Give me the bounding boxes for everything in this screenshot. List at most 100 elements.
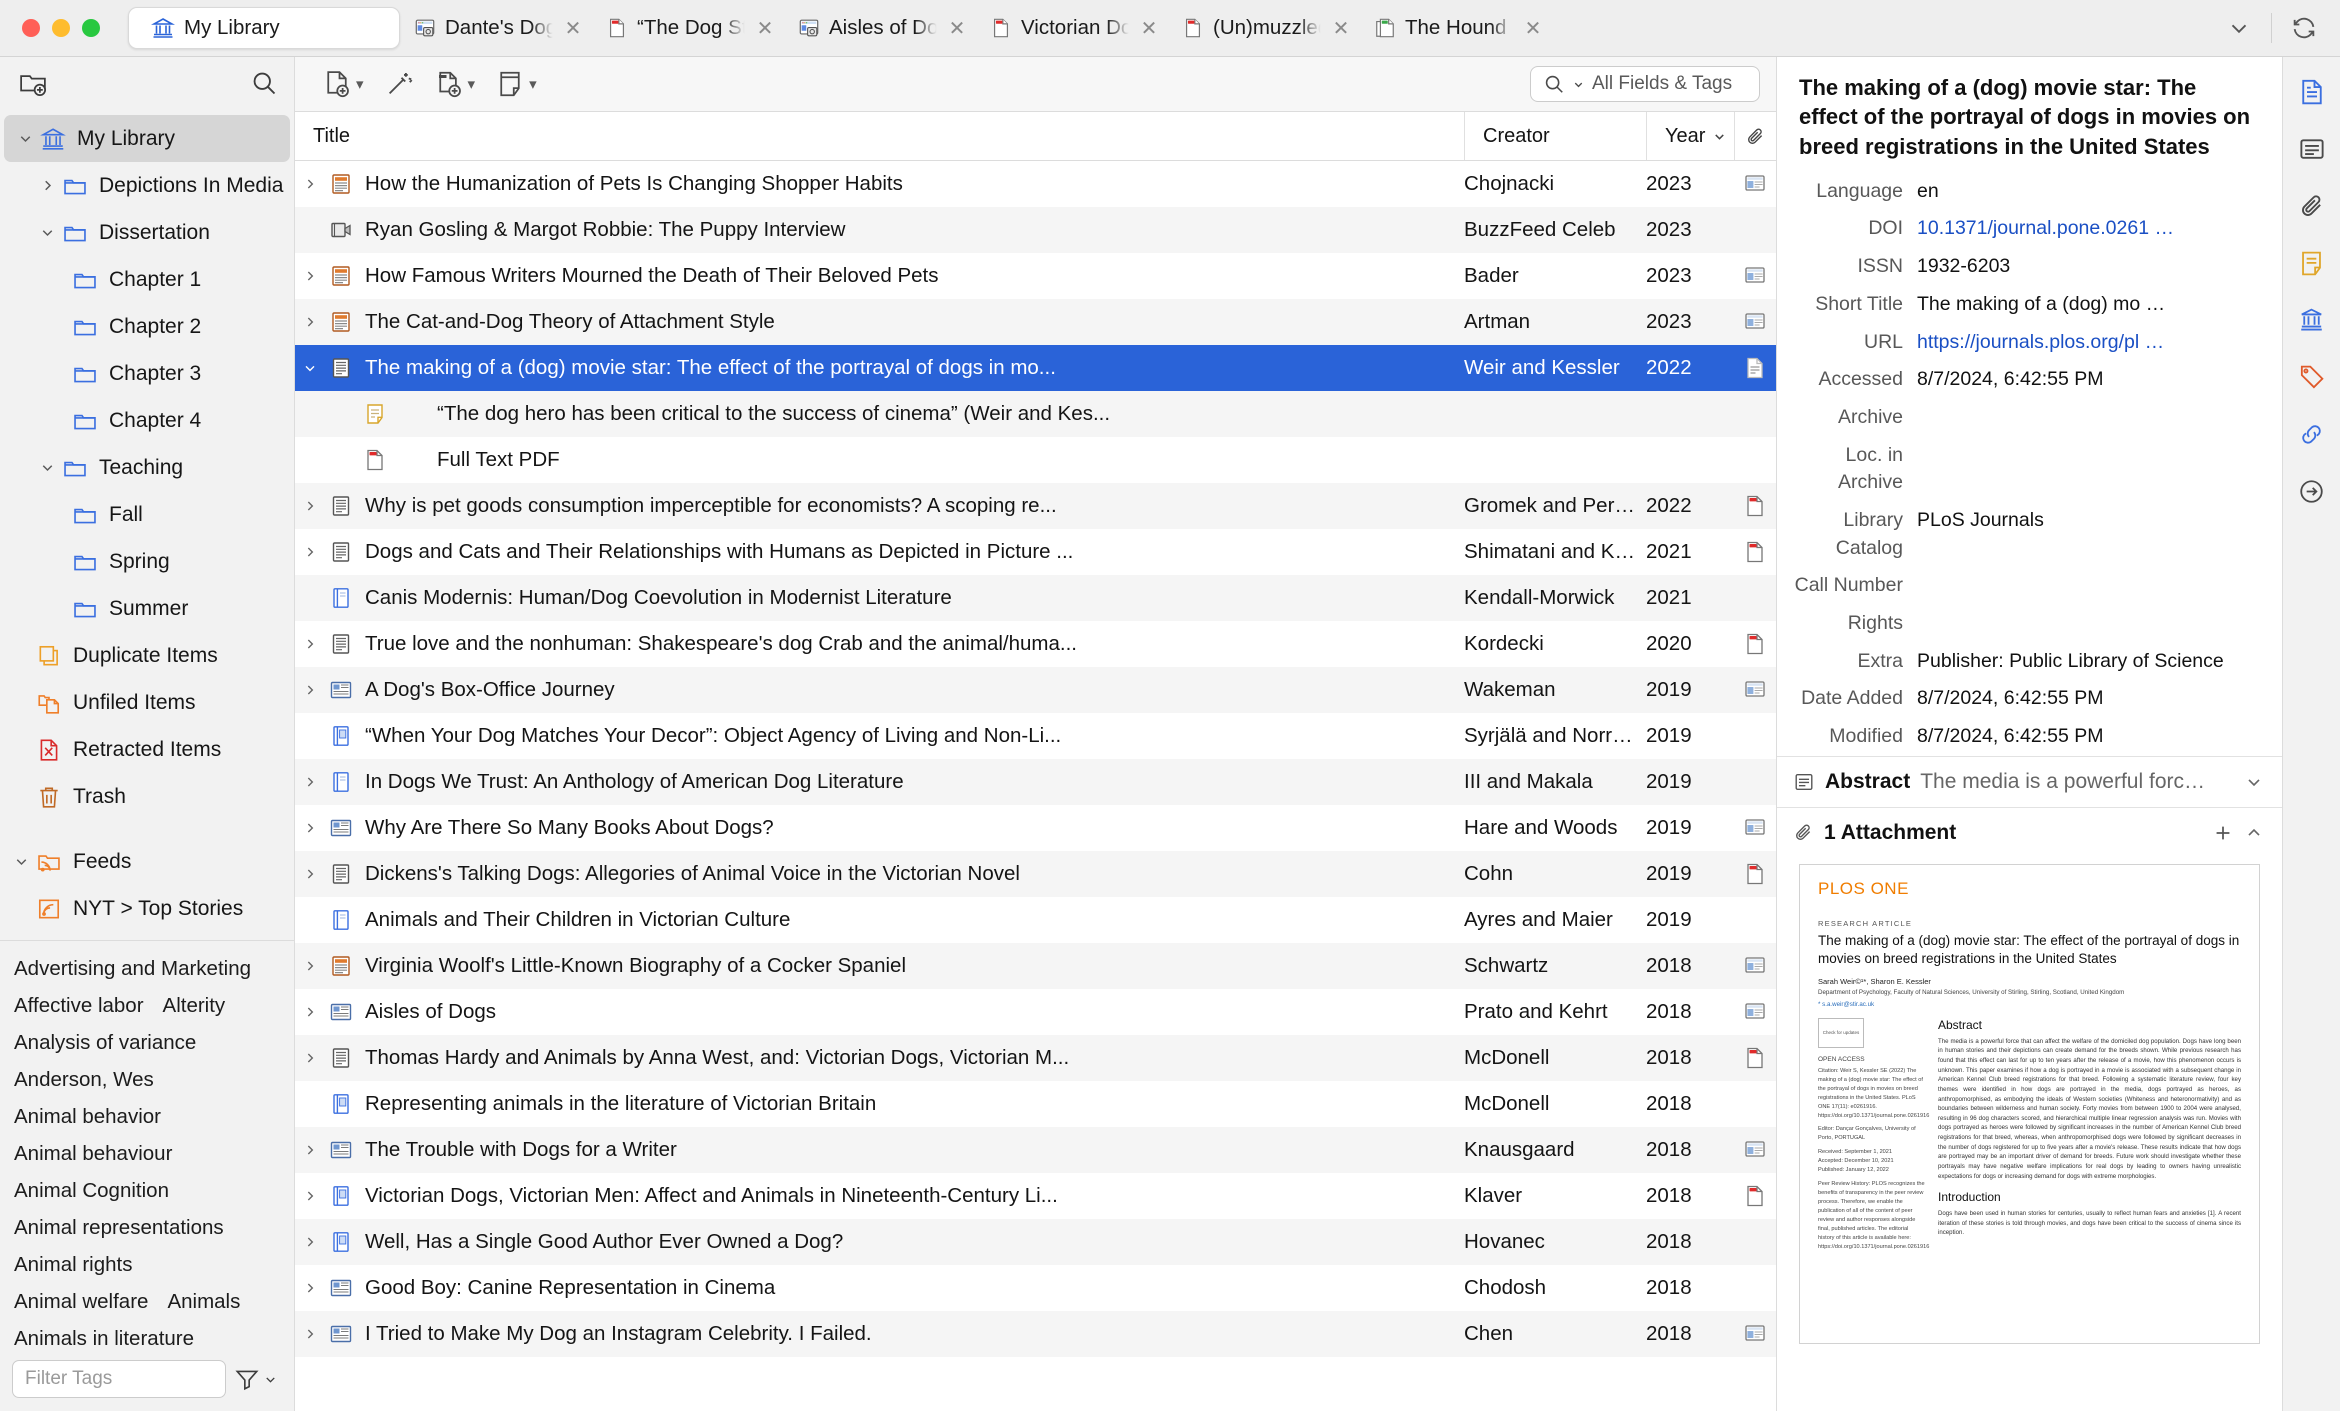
table-row[interactable]: Animals and Their Children in Victorian … [295, 897, 1776, 943]
tab-unmuzzled-dogs[interactable]: (Un)muzzled: Dogs i ✕ [1168, 7, 1360, 49]
metadata-value[interactable] [1917, 404, 2274, 432]
sidebar-item-depictions-in-media[interactable]: Depictions In Media [0, 162, 294, 209]
minimize-window-button[interactable] [52, 19, 70, 37]
sidebar-item-chapter-4[interactable]: Chapter 4 [0, 397, 294, 444]
tab-aisles-of-dogs[interactable]: Aisles of Dogs - Prat ✕ [784, 7, 976, 49]
tag-item[interactable]: Animal rights [14, 1247, 133, 1282]
close-icon[interactable]: ✕ [756, 16, 774, 41]
abstract-icon[interactable] [2291, 128, 2333, 170]
chevron-down-icon[interactable] [2244, 772, 2264, 792]
snapshot-icon[interactable] [1734, 1000, 1776, 1024]
note-icon[interactable] [2291, 242, 2333, 284]
metadata-value[interactable]: 10.1371/journal.pone.0261 … [1917, 215, 2274, 243]
table-row[interactable]: Why Are There So Many Books About Dogs? H… [295, 805, 1776, 851]
table-row[interactable]: Virginia Woolf's Little-Known Biography … [295, 943, 1776, 989]
tag-item[interactable]: Animal representations [14, 1210, 224, 1245]
tag-item[interactable]: Affective labor [14, 988, 144, 1023]
pdf-icon[interactable] [1734, 862, 1776, 886]
metadata-value[interactable]: https://journals.plos.org/pl … [1917, 329, 2274, 357]
metadata-value[interactable] [1917, 572, 2274, 600]
table-row[interactable]: Victorian Dogs, Victorian Men: Affect an… [295, 1173, 1776, 1219]
table-row[interactable]: Dickens's Talking Dogs: Allegories of An… [295, 851, 1776, 897]
attachment-preview[interactable]: PLOS ONE RESEARCH ARTICLE The making of … [1799, 863, 2260, 1344]
chevron-down-icon[interactable] [2217, 6, 2261, 50]
sidebar-item-nyt-top-stories[interactable]: NYT > Top Stories [0, 885, 294, 932]
table-row[interactable]: How the Humanization of Pets Is Changing… [295, 161, 1776, 207]
sidebar-item-retracted-items[interactable]: Retracted Items [0, 726, 294, 773]
close-icon[interactable]: ✕ [948, 16, 966, 41]
table-row[interactable]: Full Text PDF [295, 437, 1776, 483]
metadata-value[interactable]: 1932-6203 [1917, 253, 2274, 281]
table-row[interactable]: The making of a (dog) movie star: The ef… [295, 345, 1776, 391]
chevron-down-icon[interactable] [34, 224, 60, 241]
table-row[interactable]: Why is pet goods consumption imperceptib… [295, 483, 1776, 529]
snapshot-icon[interactable] [1734, 1322, 1776, 1346]
snapshot-icon[interactable] [1734, 264, 1776, 288]
pdf-white-icon[interactable] [1734, 356, 1776, 380]
close-icon[interactable]: ✕ [1524, 16, 1542, 41]
sidebar-item-chapter-1[interactable]: Chapter 1 [0, 256, 294, 303]
pdf-icon[interactable] [1734, 1184, 1776, 1208]
chevron-up-icon[interactable] [2244, 823, 2264, 843]
chevron-right-icon[interactable] [295, 774, 325, 790]
table-row[interactable]: Good Boy: Canine Representation in Cinem… [295, 1265, 1776, 1311]
add-attachment-button[interactable]: ▾ [425, 64, 485, 104]
column-header-attachment[interactable] [1734, 112, 1776, 160]
tab-hound-of-the-baskervilles[interactable]: The Hound of the Ba ✕ [1360, 7, 1552, 49]
locate-icon[interactable] [2291, 470, 2333, 512]
tag-item[interactable]: Analysis of variance [14, 1025, 196, 1060]
snapshot-icon[interactable] [1734, 954, 1776, 978]
snapshot-icon[interactable] [1734, 172, 1776, 196]
chevron-down-icon[interactable] [8, 853, 34, 870]
metadata-value[interactable]: 8/7/2024, 6:42:55 PM [1917, 366, 2274, 394]
table-row[interactable]: Aisles of Dogs Prato and Kehrt 2018 [295, 989, 1776, 1035]
metadata-value[interactable]: en [1917, 178, 2274, 206]
sidebar-item-trash[interactable]: Trash [0, 773, 294, 820]
sidebar-item-unfiled-items[interactable]: Unfiled Items [0, 679, 294, 726]
sidebar-item-dissertation[interactable]: Dissertation [0, 209, 294, 256]
attachments-section[interactable]: 1 Attachment [1777, 806, 2282, 858]
close-window-button[interactable] [22, 19, 40, 37]
tab-my-library[interactable]: My Library [128, 7, 400, 49]
chevron-right-icon[interactable] [34, 177, 60, 194]
snapshot-icon[interactable] [1734, 678, 1776, 702]
table-row[interactable]: The Cat-and-Dog Theory of Attachment Sty… [295, 299, 1776, 345]
new-item-button[interactable]: ▾ [313, 64, 373, 104]
new-note-button[interactable]: ▾ [486, 64, 546, 104]
chevron-right-icon[interactable] [295, 498, 325, 514]
sidebar-item-feeds[interactable]: Feeds [0, 838, 294, 885]
related-icon[interactable] [2291, 413, 2333, 455]
tag-item[interactable]: Anderson, Wes [14, 1062, 154, 1097]
table-row[interactable]: “The dog hero has been critical to the s… [295, 391, 1776, 437]
snapshot-icon[interactable] [1734, 816, 1776, 840]
table-row[interactable]: I Tried to Make My Dog an Instagram Cele… [295, 1311, 1776, 1357]
tag-item[interactable]: Animal welfare [14, 1284, 148, 1319]
table-row[interactable]: The Trouble with Dogs for a Writer Knausg… [295, 1127, 1776, 1173]
chevron-right-icon[interactable] [295, 1050, 325, 1066]
metadata-value[interactable]: 8/7/2024, 6:42:55 PM [1917, 685, 2274, 713]
chevron-right-icon[interactable] [295, 544, 325, 560]
info-icon[interactable] [2291, 71, 2333, 113]
items-list[interactable]: How the Humanization of Pets Is Changing… [295, 161, 1776, 1411]
tag-item[interactable]: Animal behaviour [14, 1136, 172, 1171]
table-row[interactable]: Canis Modernis: Human/Dog Coevolution in… [295, 575, 1776, 621]
sidebar-item-spring[interactable]: Spring [0, 538, 294, 585]
chevron-right-icon[interactable] [295, 1004, 325, 1020]
close-icon[interactable]: ✕ [1140, 16, 1158, 41]
chevron-right-icon[interactable] [295, 636, 325, 652]
search-icon[interactable] [250, 69, 278, 97]
chevron-right-icon[interactable] [295, 866, 325, 882]
sidebar-item-summer[interactable]: Summer [0, 585, 294, 632]
chevron-down-icon[interactable] [12, 130, 38, 147]
tag-item[interactable]: Animal Cognition [14, 1173, 169, 1208]
metadata-value[interactable] [1917, 610, 2274, 638]
metadata-value[interactable]: The making of a (dog) mo … [1917, 291, 2274, 319]
table-row[interactable]: In Dogs We Trust: An Anthology of Americ… [295, 759, 1776, 805]
libraries-icon[interactable] [2291, 299, 2333, 341]
table-row[interactable]: True love and the nonhuman: Shakespeare'… [295, 621, 1776, 667]
table-row[interactable]: Dogs and Cats and Their Relationships wi… [295, 529, 1776, 575]
table-row[interactable]: Well, Has a Single Good Author Ever Owne… [295, 1219, 1776, 1265]
pdf-icon[interactable] [1734, 632, 1776, 656]
chevron-down-icon[interactable] [295, 360, 325, 376]
sidebar-item-chapter-2[interactable]: Chapter 2 [0, 303, 294, 350]
